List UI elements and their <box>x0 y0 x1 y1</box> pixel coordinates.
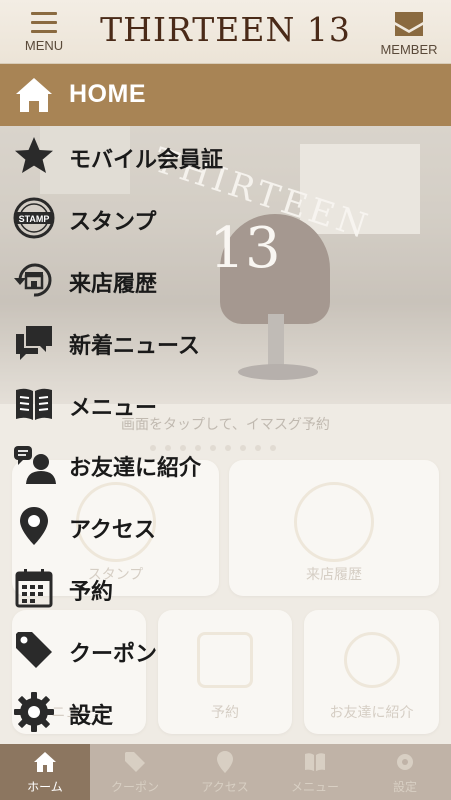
drawer-item-refer-friend[interactable]: お友達に紹介 <box>0 434 451 492</box>
menu-button-label: MENU <box>24 38 64 53</box>
menu-button[interactable]: MENU <box>6 6 82 60</box>
tab-label: ホーム <box>27 779 63 794</box>
drawer-item-label: 新着ニュース <box>69 334 200 359</box>
member-button[interactable]: MEMBER <box>371 6 447 60</box>
home-icon <box>16 78 52 112</box>
friends-icon <box>14 446 56 484</box>
brand-title: THIRTEEN 13 <box>100 10 351 49</box>
drawer-item-home[interactable]: HOME <box>0 64 451 126</box>
calendar-icon <box>15 569 53 608</box>
drawer-item-stamp[interactable]: STAMP スタンプ <box>0 188 451 246</box>
drawer-item-coupon[interactable]: クーポン <box>0 620 451 678</box>
drawer-item-label: メニュー <box>69 396 158 421</box>
drawer-item-label: クーポン <box>69 642 158 667</box>
member-card-icon <box>395 12 423 36</box>
tag-icon <box>16 632 52 668</box>
book-icon <box>16 388 52 420</box>
drawer-item-label: 来店履歴 <box>69 272 158 297</box>
tab-home[interactable]: ホーム <box>0 744 90 800</box>
member-button-label: MEMBER <box>380 42 438 57</box>
map-pin-icon <box>20 507 48 545</box>
drawer-home-label: HOME <box>69 80 146 108</box>
stamp-icon: STAMP <box>13 197 55 239</box>
drawer-item-label: 予約 <box>69 580 114 605</box>
history-icon <box>14 263 52 297</box>
tab-bar-dim <box>90 744 451 800</box>
hamburger-icon <box>31 12 57 34</box>
drawer-item-label: モバイル会員証 <box>69 148 224 173</box>
gear-icon <box>14 692 54 732</box>
star-icon <box>15 137 53 173</box>
svg-text:STAMP: STAMP <box>19 214 50 224</box>
drawer-item-label: アクセス <box>69 518 156 543</box>
drawer-item-mobile-member-card[interactable]: モバイル会員証 <box>0 126 451 184</box>
drawer-item-label: お友達に紹介 <box>69 456 202 481</box>
drawer-item-label: スタンプ <box>69 210 157 235</box>
drawer-item-reservation[interactable]: 予約 <box>0 558 451 616</box>
drawer-item-visit-history[interactable]: 来店履歴 <box>0 250 451 308</box>
app-header: MENU THIRTEEN 13 MEMBER <box>0 0 451 64</box>
drawer-item-settings[interactable]: 設定 <box>0 682 451 740</box>
drawer-item-news[interactable]: 新着ニュース <box>0 312 451 370</box>
home-icon <box>34 751 56 772</box>
chat-icon <box>16 326 52 360</box>
drawer-item-label: 設定 <box>69 704 114 729</box>
drawer-item-menu[interactable]: メニュー <box>0 374 451 432</box>
drawer-item-access[interactable]: アクセス <box>0 496 451 554</box>
